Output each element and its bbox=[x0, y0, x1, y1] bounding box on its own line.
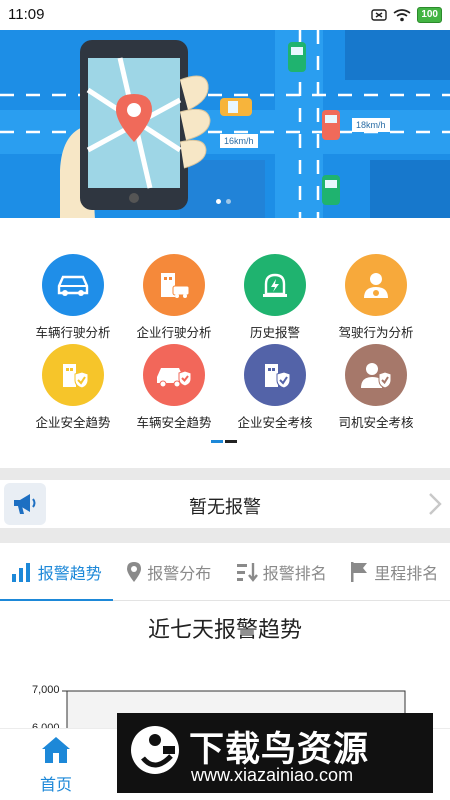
watermark-url: www.xiazainiao.com bbox=[191, 765, 354, 785]
status-time: 11:09 bbox=[8, 6, 45, 23]
feature-driver-safety-assessment[interactable]: 司机安全考核 bbox=[320, 344, 432, 431]
flag-icon bbox=[351, 561, 368, 582]
wifi-icon bbox=[393, 8, 411, 21]
feature-grid: 车辆行驶分析 企业行驶分析 历史报警 驾驶行为分析 企业安全趋势 车辆安全趋势 bbox=[0, 218, 450, 468]
status-icons: 100 bbox=[371, 7, 442, 23]
carousel-dot[interactable] bbox=[216, 199, 221, 204]
feature-company-safety-trend[interactable]: 企业安全趋势 bbox=[17, 344, 129, 431]
speed-label: 18km/h bbox=[352, 118, 390, 132]
chart-title: 近七天报警趋势 bbox=[147, 618, 302, 643]
feature-driving-behavior-analysis[interactable]: 驾驶行为分析 bbox=[320, 254, 432, 341]
tab-label: 里程排名 bbox=[374, 563, 439, 583]
feature-company-driving-analysis[interactable]: 企业行驶分析 bbox=[118, 254, 230, 341]
nav-home[interactable]: 首页 bbox=[20, 735, 92, 795]
feature-label: 司机安全考核 bbox=[338, 415, 414, 430]
home-icon bbox=[42, 737, 70, 763]
tab-alarm-ranking[interactable]: 报警排名 bbox=[225, 543, 338, 600]
watermark-logo: 下载鸟资源 www.xiazainiao.com bbox=[117, 713, 433, 793]
chevron-right-icon[interactable] bbox=[428, 492, 442, 516]
speed-label: 16km/h bbox=[220, 134, 258, 148]
battery-icon: 100 bbox=[417, 7, 442, 23]
feature-label: 车辆安全趋势 bbox=[136, 415, 212, 430]
feature-history-alarm[interactable]: 历史报警 bbox=[219, 254, 331, 341]
tab-alarm-trend[interactable]: 报警趋势 bbox=[0, 543, 113, 601]
status-bar: 11:09 100 bbox=[0, 0, 450, 30]
report-tabs: 报警趋势 报警分布 报警排名 里程排名 bbox=[0, 543, 450, 601]
location-pin-icon bbox=[127, 561, 142, 582]
carousel-indicator bbox=[216, 199, 231, 204]
driver-check-icon bbox=[345, 344, 407, 406]
car-shield-icon bbox=[143, 344, 205, 406]
feature-label: 历史报警 bbox=[249, 325, 300, 340]
notice-text: 暂无报警 bbox=[189, 497, 261, 518]
sim-icon bbox=[371, 9, 388, 21]
y-tick-label: 7,000 bbox=[32, 684, 60, 696]
car-icon bbox=[42, 254, 104, 316]
tab-label: 报警分布 bbox=[147, 563, 212, 583]
feature-label: 车辆行驶分析 bbox=[35, 325, 111, 340]
section-divider bbox=[0, 528, 450, 543]
company-check-icon bbox=[244, 344, 306, 406]
bar-chart-icon bbox=[11, 562, 30, 582]
carousel-dot[interactable] bbox=[226, 199, 231, 204]
tab-label: 报警趋势 bbox=[37, 563, 102, 583]
alarm-notice-bar[interactable]: 暂无报警 bbox=[0, 480, 450, 528]
feature-label: 企业安全考核 bbox=[237, 415, 313, 430]
feature-label: 企业行驶分析 bbox=[136, 325, 212, 340]
feature-vehicle-safety-trend[interactable]: 车辆安全趋势 bbox=[118, 344, 230, 431]
company-car-icon bbox=[143, 254, 205, 316]
nav-home-label: 首页 bbox=[39, 775, 72, 794]
bird-logo-icon bbox=[131, 726, 179, 774]
feature-vehicle-driving-analysis[interactable]: 车辆行驶分析 bbox=[17, 254, 129, 341]
sort-icon bbox=[236, 562, 258, 582]
alarm-light-icon bbox=[244, 254, 306, 316]
tab-alarm-distribution[interactable]: 报警分布 bbox=[113, 543, 226, 600]
feature-company-safety-assessment[interactable]: 企业安全考核 bbox=[219, 344, 331, 431]
company-shield-icon bbox=[42, 344, 104, 406]
tab-label: 报警排名 bbox=[262, 563, 327, 583]
feature-label: 企业安全趋势 bbox=[35, 415, 111, 430]
driver-icon bbox=[345, 254, 407, 316]
grid-page-indicator bbox=[211, 440, 237, 443]
feature-label: 驾驶行为分析 bbox=[338, 325, 414, 340]
section-divider bbox=[0, 468, 450, 480]
tab-mileage-ranking[interactable]: 里程排名 bbox=[338, 543, 450, 600]
page-indicator[interactable] bbox=[225, 440, 237, 443]
banner-carousel[interactable]: 16km/h 18km/h bbox=[0, 30, 450, 218]
page-indicator-active[interactable] bbox=[211, 440, 223, 443]
